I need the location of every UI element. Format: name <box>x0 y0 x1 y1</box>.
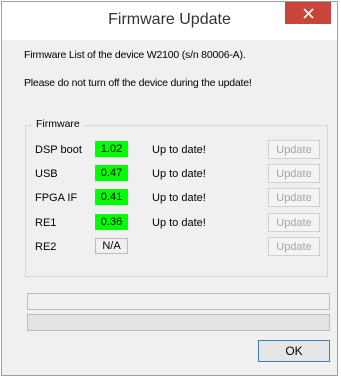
close-button[interactable] <box>285 2 331 24</box>
firmware-row-usb: USB 0.47 Up to date! Update <box>2 163 339 185</box>
progress-bar-primary <box>27 293 330 310</box>
firmware-status: Up to date! <box>152 192 206 204</box>
firmware-version: 0.47 <box>95 165 128 181</box>
firmware-name: RE2 <box>35 241 57 253</box>
firmware-version: N/A <box>95 238 128 254</box>
ok-button[interactable]: OK <box>258 340 330 362</box>
device-info-text: Firmware List of the device W2100 (s/n 8… <box>24 49 246 61</box>
firmware-status: Up to date! <box>152 168 206 180</box>
firmware-row-fpga-if: FPGA IF 0.41 Up to date! Update <box>2 187 339 209</box>
firmware-row-dsp-boot: DSP boot 1.02 Up to date! Update <box>2 139 339 161</box>
firmware-group-title: Firmware <box>32 118 84 130</box>
update-button-dsp-boot[interactable]: Update <box>268 140 320 159</box>
warning-text: Please do not turn off the device during… <box>24 77 252 89</box>
firmware-version: 0.41 <box>95 189 128 205</box>
update-button-usb[interactable]: Update <box>268 164 320 183</box>
firmware-name: FPGA IF <box>35 192 78 204</box>
firmware-update-dialog: Firmware Update Firmware List of the dev… <box>1 1 338 376</box>
firmware-name: DSP boot <box>35 144 82 156</box>
firmware-status: Up to date! <box>152 217 206 229</box>
firmware-name: USB <box>35 168 58 180</box>
firmware-version: 1.02 <box>95 141 128 157</box>
firmware-row-re2: RE2 N/A Update <box>2 236 339 258</box>
firmware-row-re1: RE1 0.36 Up to date! Update <box>2 212 339 234</box>
firmware-status: Up to date! <box>152 144 206 156</box>
progress-bar-secondary <box>27 314 330 331</box>
update-button-re2[interactable]: Update <box>268 237 320 256</box>
firmware-name: RE1 <box>35 217 57 229</box>
firmware-version: 0.36 <box>95 214 128 230</box>
close-icon <box>302 7 314 19</box>
title-bar: Firmware Update <box>2 2 337 40</box>
update-button-fpga-if[interactable]: Update <box>268 188 320 207</box>
update-button-re1[interactable]: Update <box>268 213 320 232</box>
